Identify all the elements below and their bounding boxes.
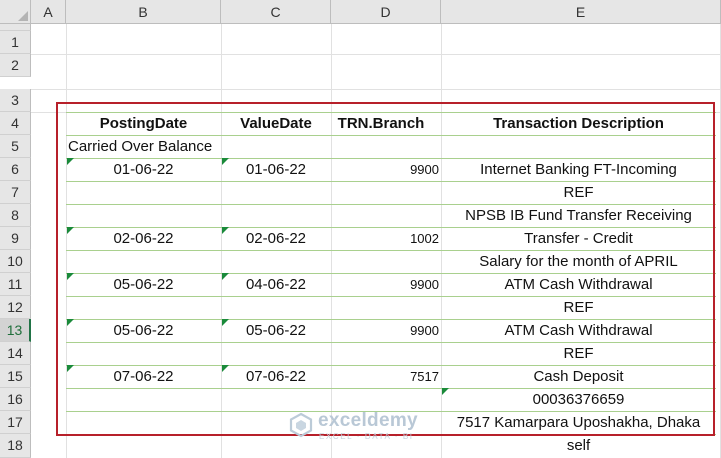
row-header-5[interactable]: 5 <box>0 135 31 158</box>
description-cell[interactable]: ATM Cash Withdrawal <box>441 273 716 296</box>
trn-branch-cell[interactable]: 9900 <box>331 319 439 342</box>
description-cell[interactable]: 7517 Kamarpara Uposhakha, Dhaka <box>441 411 716 434</box>
watermark-tagline: EXCEL · DATA · BI <box>319 432 414 441</box>
posting-date-cell[interactable]: 01-06-22 <box>66 158 221 181</box>
posting-date-cell[interactable]: 05-06-22 <box>66 273 221 296</box>
row-header-9[interactable]: 9 <box>0 227 31 250</box>
row-header-17[interactable]: 17 <box>0 411 31 434</box>
header-value-date[interactable]: ValueDate <box>221 112 331 135</box>
trn-branch-cell[interactable]: 1002 <box>331 227 439 250</box>
carried-over-balance-cell[interactable]: Carried Over Balance <box>68 135 268 158</box>
value-date-cell[interactable]: 07-06-22 <box>221 365 331 388</box>
row-header-15[interactable]: 15 <box>0 365 31 388</box>
watermark-name: exceldemy <box>318 410 418 431</box>
row-header-6[interactable]: 6 <box>0 158 31 181</box>
description-cell[interactable]: 00036376659 <box>441 388 716 411</box>
description-cell[interactable]: REF <box>441 296 716 319</box>
select-all-icon <box>18 11 28 21</box>
row-header-7[interactable]: 7 <box>0 181 31 204</box>
row-header-11[interactable]: 11 <box>0 273 31 296</box>
row-header-18[interactable]: 18 <box>0 434 31 458</box>
row-header-1[interactable]: 1 <box>0 31 31 54</box>
select-all-button[interactable] <box>0 0 31 24</box>
description-cell[interactable]: Internet Banking FT-Incoming <box>441 158 716 181</box>
exceldemy-watermark: exceldemy EXCEL · DATA · BI <box>288 410 448 444</box>
header-posting-date[interactable]: PostingDate <box>66 112 221 135</box>
column-header-b[interactable]: B <box>66 0 221 24</box>
description-cell[interactable]: REF <box>441 342 716 365</box>
trn-branch-cell[interactable]: 9900 <box>331 158 439 181</box>
row-header-13[interactable]: 13 <box>0 319 31 342</box>
row-header-12[interactable]: 12 <box>0 296 31 319</box>
value-date-cell[interactable]: 04-06-22 <box>221 273 331 296</box>
row-header-3[interactable]: 3 <box>0 89 31 112</box>
gridline <box>31 54 721 55</box>
row-header-8[interactable]: 8 <box>0 204 31 227</box>
description-cell[interactable]: ATM Cash Withdrawal <box>441 319 716 342</box>
description-cell[interactable]: Salary for the month of APRIL <box>441 250 716 273</box>
row-header-spacer <box>0 24 31 31</box>
description-cell[interactable]: self <box>441 434 716 457</box>
header-transaction-description[interactable]: Transaction Description <box>441 112 716 135</box>
row-header-10[interactable]: 10 <box>0 250 31 273</box>
gridline <box>31 89 721 90</box>
column-header-d[interactable]: D <box>331 0 441 24</box>
column-header-c[interactable]: C <box>221 0 331 24</box>
posting-date-cell[interactable]: 02-06-22 <box>66 227 221 250</box>
trn-branch-cell[interactable]: 9900 <box>331 273 439 296</box>
row-header-4[interactable]: 4 <box>0 112 31 135</box>
value-date-cell[interactable]: 02-06-22 <box>221 227 331 250</box>
value-date-cell[interactable]: 01-06-22 <box>221 158 331 181</box>
posting-date-cell[interactable]: 05-06-22 <box>66 319 221 342</box>
description-cell[interactable]: NPSB IB Fund Transfer Receiving <box>441 204 716 227</box>
spreadsheet: A B C D E 1 2 3 4 5 6 7 8 9 10 11 12 13 … <box>0 0 721 458</box>
row-header-14[interactable]: 14 <box>0 342 31 365</box>
header-trn-branch[interactable]: TRN.Branch <box>331 112 431 135</box>
row-header-2[interactable]: 2 <box>0 54 31 77</box>
column-header-a[interactable]: A <box>31 0 66 24</box>
description-cell[interactable]: Cash Deposit <box>441 365 716 388</box>
column-header-e[interactable]: E <box>441 0 721 24</box>
description-cell[interactable]: Transfer - Credit <box>441 227 716 250</box>
trn-branch-cell[interactable]: 7517 <box>331 365 439 388</box>
description-cell[interactable]: REF <box>441 181 716 204</box>
exceldemy-logo-icon <box>289 412 313 438</box>
row-header-16[interactable]: 16 <box>0 388 31 411</box>
posting-date-cell[interactable]: 07-06-22 <box>66 365 221 388</box>
value-date-cell[interactable]: 05-06-22 <box>221 319 331 342</box>
